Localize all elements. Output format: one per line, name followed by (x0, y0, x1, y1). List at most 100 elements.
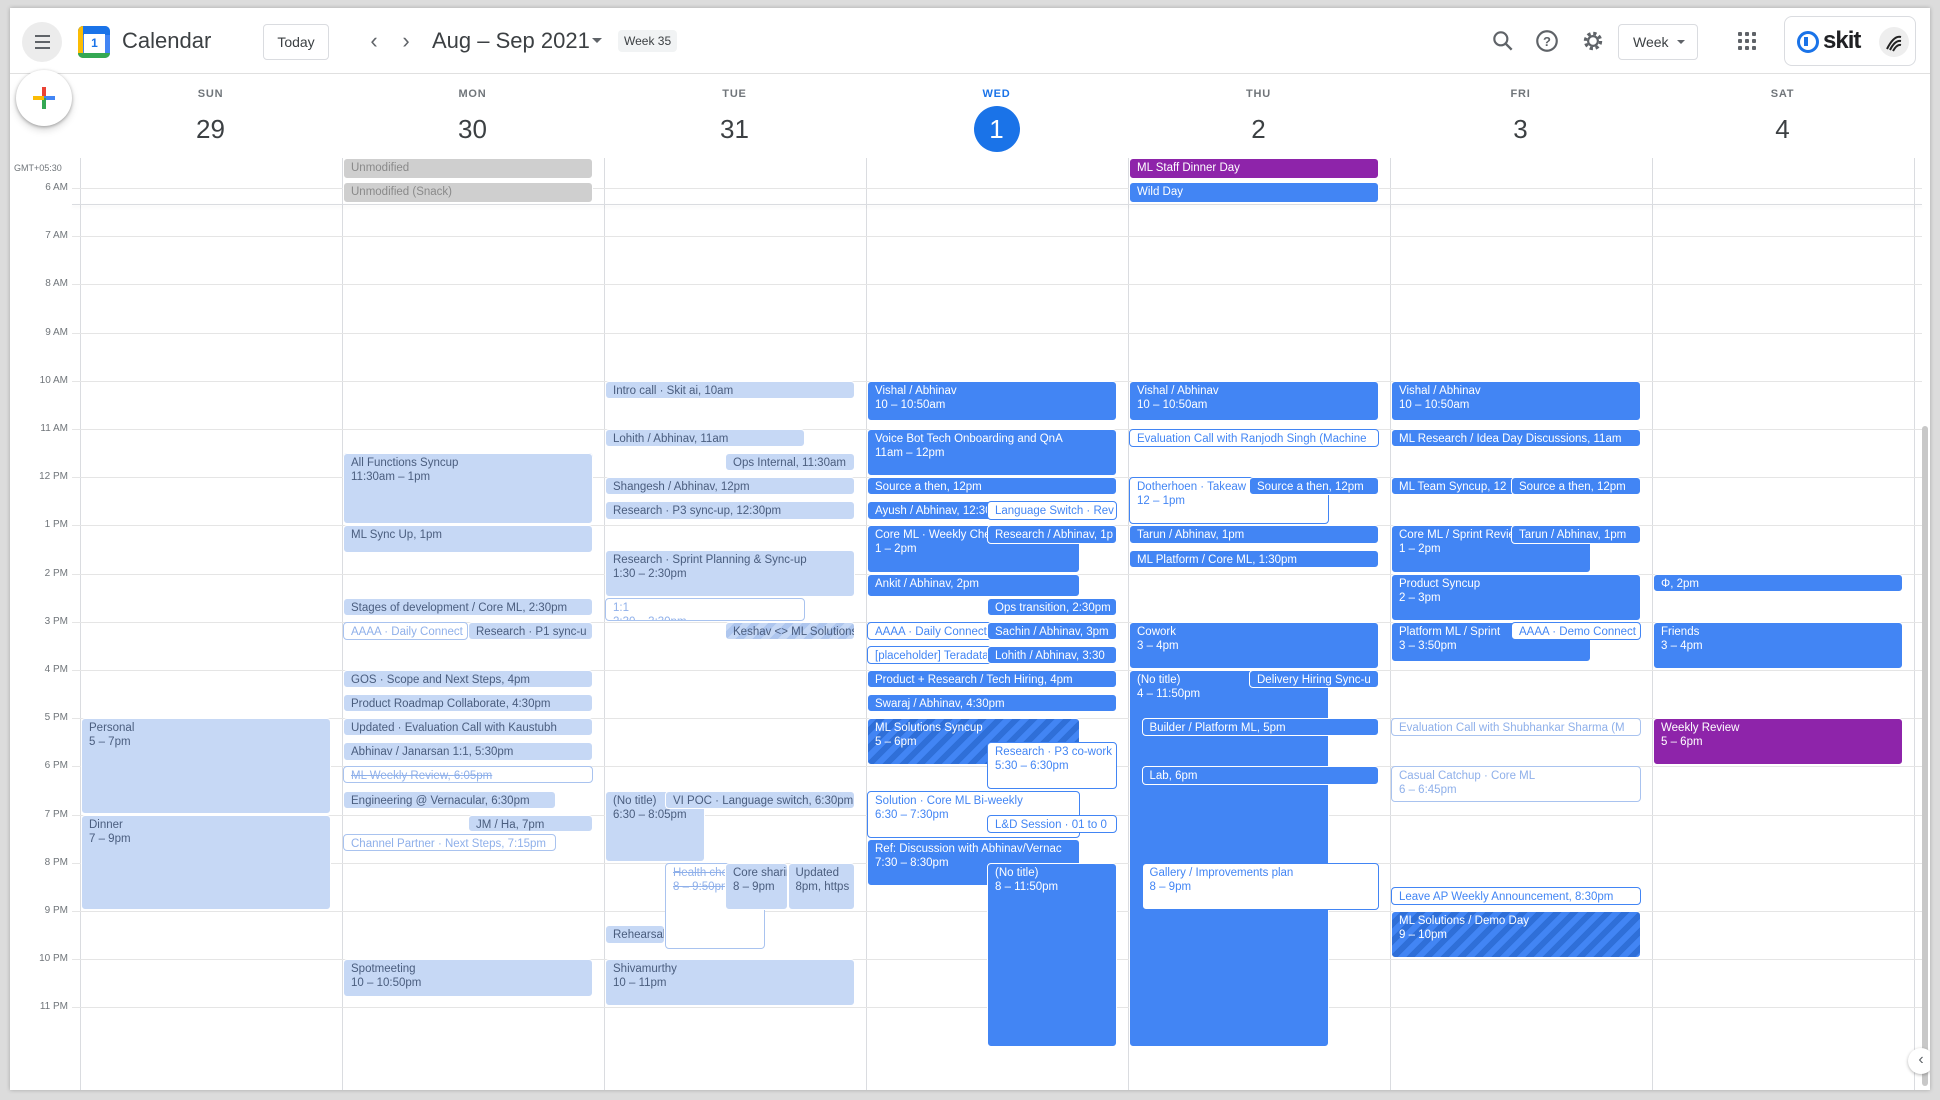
calendar-event[interactable]: Ops transition, 2:30pm (987, 597, 1117, 616)
day-header-thu[interactable]: THU 2 (1128, 88, 1389, 152)
calendar-event[interactable]: Updated 8pm, https (787, 862, 855, 910)
calendar-event[interactable]: Leave AP Weekly Announcement, 8:30pm (1391, 886, 1641, 906)
calendar-event[interactable]: ML Sync Up, 1pm (343, 525, 593, 554)
calendar-event[interactable]: Spotmeeting 10 – 10:50pm (343, 959, 593, 997)
calendar-event[interactable]: Friends 3 – 4pm (1653, 621, 1903, 669)
search-icon[interactable] (1490, 28, 1516, 54)
next-week-icon[interactable]: › (394, 30, 418, 54)
calendar-event[interactable]: Dinner 7 – 9pm (81, 814, 331, 910)
calendar-event[interactable]: Shangesh / Abhinav, 12pm (605, 477, 855, 496)
chevron-down-icon[interactable] (592, 38, 602, 43)
calendar-event[interactable]: Intro call · Skit ai, 10am (605, 380, 855, 400)
day-header-sun[interactable]: SUN 29 (80, 88, 341, 152)
day-number[interactable]: 1 (973, 106, 1020, 152)
day-header-mon[interactable]: MON 30 (342, 88, 603, 152)
day-header-sat[interactable]: SAT 4 (1652, 88, 1913, 152)
calendar-event[interactable]: Product Syncup 2 – 3pm (1391, 573, 1641, 621)
calendar-event[interactable]: ML Research / Idea Day Discussions, 11am (1391, 429, 1641, 448)
calendar-event[interactable]: Cowork 3 – 4pm (1129, 621, 1379, 669)
calendar-event[interactable]: Source a then, 12pm (1511, 477, 1641, 496)
calendar-event[interactable]: Rehearsal (605, 925, 665, 944)
calendar-event[interactable]: AAAA · Daily Connect (343, 621, 468, 641)
calendar-event[interactable]: Lohith / Abhinav, 3:30 (987, 645, 1117, 665)
calendar-event[interactable]: Research · P3 sync-up, 12:30pm (605, 501, 855, 520)
calendar-event[interactable]: Tarun / Abhinav, 1pm (1511, 525, 1641, 544)
hamburger-icon[interactable] (22, 22, 62, 62)
calendar-event[interactable]: Core sharing8 – 9pm (725, 862, 788, 910)
calendar-event[interactable]: Sachin / Abhinav, 3pm (987, 621, 1117, 641)
calendar-event[interactable]: Lab, 6pm (1141, 766, 1379, 785)
calendar-event[interactable]: Research / Abhinav, 1p (987, 525, 1117, 544)
calendar-event[interactable]: GOS · Scope and Next Steps, 4pm (343, 670, 593, 689)
day-number[interactable]: 30 (450, 106, 496, 152)
account-switcher[interactable]: skit (1784, 16, 1916, 66)
calendar-event[interactable]: Research · P1 sync-u (468, 621, 593, 641)
day-header-tue[interactable]: TUE 31 (604, 88, 865, 152)
date-range[interactable]: Aug – Sep 2021 (432, 28, 590, 54)
prev-week-icon[interactable]: ‹ (362, 30, 386, 54)
view-selector[interactable]: Week (1618, 24, 1698, 60)
calendar-event[interactable]: ML Platform / Core ML, 1:30pm (1129, 549, 1379, 568)
calendar-event[interactable]: [placeholder] Teradata (867, 645, 992, 665)
calendar-event[interactable]: Ops Internal, 11:30am (725, 453, 855, 472)
calendar-event[interactable]: Vishal / Abhinav 10 – 10:50am (1391, 380, 1641, 421)
calendar-event[interactable]: Keshav <> ML Solutions (725, 621, 855, 641)
chevron-left-icon[interactable]: ‹ (1908, 1048, 1930, 1074)
day-number[interactable]: 29 (188, 106, 234, 152)
calendar-event[interactable]: Lohith / Abhinav, 11am (605, 429, 805, 448)
calendar-event[interactable]: ML Staff Dinner Day (1129, 158, 1379, 179)
help-icon[interactable]: ? (1534, 28, 1560, 54)
day-number[interactable]: 31 (712, 106, 758, 152)
calendar-event[interactable]: Wild Day (1129, 182, 1379, 203)
calendar-logo-icon[interactable]: 1 (78, 26, 110, 58)
calendar-event[interactable]: Engineering @ Vernacular, 6:30pm (343, 790, 556, 809)
calendar-event[interactable]: Gallery / Improvements plan 8 – 9pm (1141, 862, 1379, 910)
today-button[interactable]: Today (263, 24, 329, 60)
calendar-event[interactable]: Vishal / Abhinav 10 – 10:50am (1129, 380, 1379, 421)
calendar-event[interactable]: All Functions Syncup 11:30am – 1pm (343, 453, 593, 525)
calendar-event[interactable]: Unmodified (Snack) (343, 182, 593, 203)
calendar-event[interactable]: Casual Catchup · Core ML 6 – 6:45pm (1391, 766, 1641, 802)
calendar-event[interactable]: Shivamurthy 10 – 11pm (605, 959, 855, 1007)
calendar-event[interactable]: Product Roadmap Collaborate, 4:30pm (343, 694, 593, 713)
apps-grid-icon[interactable] (1738, 32, 1756, 50)
calendar-event[interactable]: Source a then, 12pm (1249, 477, 1379, 496)
calendar-event[interactable]: Evaluation Call with Ranjodh Singh (Mach… (1129, 429, 1379, 448)
day-number[interactable]: 4 (1760, 106, 1806, 152)
calendar-event[interactable]: ML Solutions / Demo Day 9 – 10pm (1391, 911, 1641, 959)
day-number[interactable]: 2 (1236, 106, 1282, 152)
calendar-event[interactable]: Ankit / Abhinav, 2pm (867, 573, 1080, 597)
calendar-event[interactable]: Research · P3 co-work 5:30 – 6:30pm (987, 742, 1117, 790)
avatar[interactable] (1879, 27, 1909, 57)
calendar-event[interactable]: (No title) 8 – 11:50pm (987, 862, 1117, 1048)
calendar-event[interactable]: Swaraj / Abhinav, 4:30pm (867, 694, 1117, 713)
calendar-event[interactable]: Research · Sprint Planning & Sync-up 1:30… (605, 549, 855, 597)
calendar-event[interactable]: VI POC · Language switch, 6:30pm (665, 790, 855, 809)
calendar-event[interactable]: Abhinav / Janarsan 1:1, 5:30pm (343, 742, 593, 761)
day-header-wed[interactable]: WED 1 (866, 88, 1127, 152)
day-header-fri[interactable]: FRI 3 (1390, 88, 1651, 152)
calendar-event[interactable]: Delivery Hiring Sync-u (1249, 670, 1379, 689)
calendar-event[interactable]: AAAA · Demo Connect (1511, 621, 1641, 641)
calendar-event[interactable]: Evaluation Call with Shubhankar Sharma (… (1391, 718, 1641, 737)
day-number[interactable]: 3 (1498, 106, 1544, 152)
calendar-event[interactable]: Language Switch · Rev (987, 501, 1117, 520)
calendar-event[interactable]: Ayush / Abhinav, 12:30 (867, 501, 992, 520)
calendar-event[interactable]: 1:12:30 – 3:30pm (605, 597, 805, 621)
calendar-event[interactable]: Unmodified (343, 158, 593, 179)
calendar-event[interactable]: Voice Bot Tech Onboarding and QnA 11am – … (867, 429, 1117, 477)
calendar-event[interactable]: Personal 5 – 7pm (81, 718, 331, 814)
calendar-event[interactable]: Weekly Review 5 – 6pm (1653, 718, 1903, 766)
calendar-event[interactable]: L&D Session · 01 to 0 (987, 814, 1117, 833)
calendar-event[interactable]: Vishal / Abhinav 10 – 10:50am (867, 380, 1117, 421)
calendar-event[interactable]: Product + Research / Tech Hiring, 4pm (867, 670, 1117, 689)
calendar-event[interactable]: Stages of development / Core ML, 2:30pm (343, 597, 593, 616)
calendar-event[interactable]: ML Weekly Review, 6:05pm (343, 766, 593, 784)
calendar-event[interactable]: Updated · Evaluation Call with Kaustubh (343, 718, 593, 737)
calendar-event[interactable]: Φ, 2pm (1653, 573, 1903, 592)
settings-gear-icon[interactable] (1580, 28, 1606, 54)
calendar-event[interactable]: Channel Partner · Next Steps, 7:15pm (343, 833, 556, 851)
create-event-button[interactable] (16, 70, 72, 126)
scrollbar[interactable] (1922, 426, 1928, 1086)
calendar-event[interactable]: Builder / Platform ML, 5pm (1141, 718, 1379, 737)
